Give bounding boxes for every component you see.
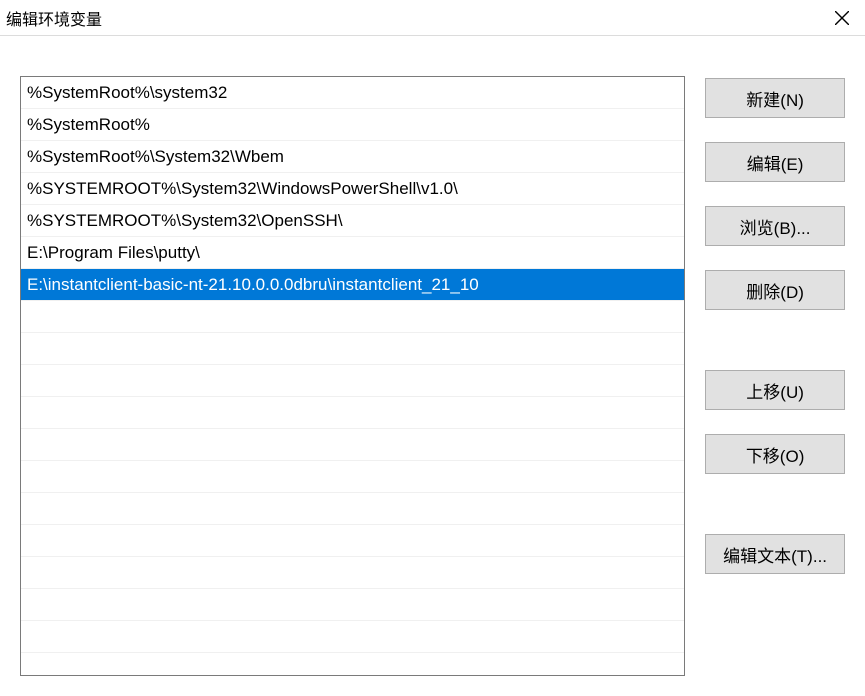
list-empty-row[interactable] (21, 461, 684, 493)
list-item[interactable]: %SystemRoot%\System32\Wbem (21, 141, 684, 173)
window-title: 编辑环境变量 (6, 6, 102, 30)
browse-button[interactable]: 浏览(B)... (705, 206, 845, 246)
new-button[interactable]: 新建(N) (705, 78, 845, 118)
move-down-button[interactable]: 下移(O) (705, 434, 845, 474)
dialog-content: %SystemRoot%\system32 %SystemRoot% %Syst… (0, 36, 865, 696)
close-icon (835, 11, 849, 25)
list-empty-row[interactable] (21, 493, 684, 525)
close-button[interactable] (819, 0, 865, 36)
edit-button[interactable]: 编辑(E) (705, 142, 845, 182)
delete-button[interactable]: 删除(D) (705, 270, 845, 310)
button-column: 新建(N) 编辑(E) 浏览(B)... 删除(D) 上移(U) 下移(O) 编… (705, 76, 845, 676)
list-item[interactable]: %SystemRoot%\system32 (21, 77, 684, 109)
titlebar: 编辑环境变量 (0, 0, 865, 36)
list-empty-row[interactable] (21, 429, 684, 461)
list-item[interactable]: E:\Program Files\putty\ (21, 237, 684, 269)
list-empty-row[interactable] (21, 397, 684, 429)
path-listbox[interactable]: %SystemRoot%\system32 %SystemRoot% %Syst… (20, 76, 685, 676)
list-empty-row[interactable] (21, 525, 684, 557)
move-up-button[interactable]: 上移(U) (705, 370, 845, 410)
edit-text-button[interactable]: 编辑文本(T)... (705, 534, 845, 574)
list-empty-row[interactable] (21, 301, 684, 333)
list-empty-row[interactable] (21, 365, 684, 397)
list-empty-row[interactable] (21, 333, 684, 365)
list-item[interactable]: %SYSTEMROOT%\System32\WindowsPowerShell\… (21, 173, 684, 205)
list-item[interactable]: %SystemRoot% (21, 109, 684, 141)
list-item-selected[interactable]: E:\instantclient-basic-nt-21.10.0.0.0dbr… (21, 269, 684, 301)
list-item[interactable]: %SYSTEMROOT%\System32\OpenSSH\ (21, 205, 684, 237)
list-empty-row[interactable] (21, 557, 684, 589)
list-empty-row[interactable] (21, 621, 684, 653)
list-empty-row[interactable] (21, 589, 684, 621)
